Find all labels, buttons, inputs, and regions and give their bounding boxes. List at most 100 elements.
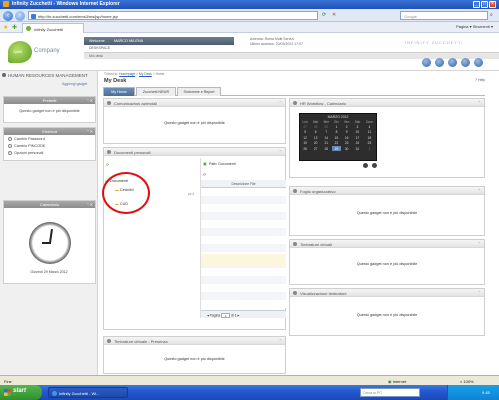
doc-list-rows: [201, 188, 286, 308]
preferiti-message: Questo gadget non è più disponibile: [19, 109, 80, 113]
calendar: MARZO 2012 Lun Mar Mer Gio Ven Sab Dom 2…: [299, 113, 377, 161]
back-icon[interactable]: ‹: [3, 11, 13, 21]
maximize-icon[interactable]: □: [481, 1, 488, 8]
shortcut-item-password[interactable]: Cambio Password: [4, 135, 95, 142]
tab-my-home[interactable]: My Home: [103, 87, 135, 96]
doc-path: Path: Documenti: [209, 162, 236, 166]
gadget-controls-icon[interactable]: ⌃: [279, 338, 282, 343]
shortcut-item-options[interactable]: Opzioni personali: [4, 149, 95, 156]
gadget-comunicazioni: Comunicazioni aziendali ⌃ Questo gadget n…: [103, 98, 286, 144]
browser-tab[interactable]: Infinity Zucchetti: [22, 23, 84, 33]
info-icon[interactable]: [448, 58, 457, 67]
help-circle-icon[interactable]: [461, 58, 470, 67]
gadget-controls-icon[interactable]: ⌃: [478, 241, 481, 246]
gadget-message: Questo gadget non è più disponibile: [164, 357, 225, 361]
forward-icon[interactable]: ›: [15, 11, 25, 21]
gadget-controls-icon[interactable]: ⌃: [279, 149, 282, 154]
pager: ◂ Pagina 1 di 1 ▸: [201, 310, 286, 318]
shortcut-header: Shortcut ⌃✕: [4, 128, 95, 135]
shortcut-list: Cambio Password Cambio PINCODE Opzioni p…: [4, 135, 95, 156]
column-header-descrizione[interactable]: Descrizione File: [201, 180, 286, 188]
preferiti-title: Preferiti: [42, 98, 57, 103]
refresh-tree-icon[interactable]: ⟳: [106, 162, 109, 167]
pager-prev-icon[interactable]: ◂: [207, 313, 209, 317]
desk-label-text: DESKSPACE: [89, 46, 111, 50]
start-button[interactable]: start: [0, 385, 42, 400]
logout-icon[interactable]: [474, 58, 483, 67]
shortcut-label: Cambio PINCODE: [14, 144, 46, 148]
gadget-icon: [107, 101, 111, 105]
calendar-day[interactable]: 28: [321, 146, 332, 151]
tab-report[interactable]: Sintomme e Report: [177, 87, 221, 96]
gadget-controls-icon[interactable]: ⌃: [279, 100, 282, 105]
calendar-day[interactable]: 31: [352, 146, 363, 151]
search-input[interactable]: Google: [400, 11, 488, 20]
shortcut-item-pincode[interactable]: Cambio PINCODE: [4, 142, 95, 149]
pager-total: 1: [234, 313, 237, 318]
pager-page-input[interactable]: 1: [221, 313, 231, 318]
address-input[interactable]: http://hr.zucchetti.com/ems3/ms/jsp/home…: [28, 11, 318, 20]
status-text: Fine: [4, 379, 12, 384]
clock-time[interactable]: 9.45: [482, 390, 490, 395]
gadget-title: Documenti personali: [114, 150, 151, 155]
close-icon[interactable]: ×: [489, 1, 496, 8]
calendar-day[interactable]: 26: [300, 146, 310, 151]
app-header: Spirit Company Welcome MARCO MILENA DESK…: [0, 33, 499, 71]
refresh-list-icon[interactable]: ⟳: [203, 172, 206, 177]
search-icon[interactable]: ⌕: [490, 12, 493, 18]
page-title: My Desk: [104, 78, 127, 84]
pager-label: Pagina: [209, 313, 221, 318]
company-info: Azienda: Roma Multi Servizi Ultimo acces…: [250, 37, 340, 47]
favorites-star-icon[interactable]: ★: [3, 24, 8, 31]
desk-sub: Mio desk: [89, 54, 104, 58]
tab-favicon: [26, 26, 31, 31]
folder-up-icon[interactable]: ▣: [203, 161, 207, 166]
tab-label: Zucchetti NEWS: [142, 90, 170, 94]
gadget-title: HR Workflow - Calendario: [300, 101, 347, 106]
gadget-timbrature: Timbrature virtuali ⌃ Questo gadget non è…: [289, 239, 485, 285]
clock-title: Calendario: [39, 202, 60, 207]
pager-next-icon[interactable]: ▸: [238, 313, 240, 317]
panel-controls-icon[interactable]: ⌃✕: [86, 202, 93, 207]
calendar-day[interactable]: 27: [310, 146, 321, 151]
panel-controls-icon[interactable]: ⌃✕: [86, 129, 93, 134]
gear-icon: [8, 137, 12, 141]
breadcrumb: Ti trovi in: Homepage > My Desk > Home: [104, 72, 165, 76]
gadget-controls-icon[interactable]: ⌃: [478, 100, 481, 105]
settings-icon[interactable]: [435, 58, 444, 67]
taskbar-item-ie[interactable]: Infinity Zucchetti - Wi...: [48, 387, 128, 398]
tab-zucchetti-news[interactable]: Zucchetti NEWS: [136, 87, 176, 96]
address-toolbar: ‹ › http://hr.zucchetti.com/ems3/ms/jsp/…: [0, 9, 499, 22]
help-link[interactable]: ? Help: [475, 78, 485, 82]
minimize-icon[interactable]: _: [473, 1, 480, 8]
breadcrumb-mydesk[interactable]: My Desk: [139, 72, 152, 76]
last-access: Ultimo accesso: 20/03/2012 17:07: [250, 42, 303, 46]
logo-leaf: Spirit: [8, 41, 32, 63]
add-gadget-link[interactable]: Aggiungi gadget: [62, 82, 87, 86]
tab-label: My Home: [111, 90, 127, 94]
calendar-prev-icon[interactable]: [363, 163, 368, 168]
gadget-controls-icon[interactable]: ⌃: [478, 290, 481, 295]
calendar-day[interactable]: 1: [363, 146, 376, 151]
doc-list-highlight-row: [201, 254, 286, 265]
panel-controls-icon[interactable]: ⌃✕: [86, 98, 93, 103]
breadcrumb-homepage[interactable]: Homepage: [119, 72, 135, 76]
zoom-indicator[interactable]: ⌕ 100%: [460, 379, 474, 384]
home-icon[interactable]: [422, 58, 431, 67]
stop-icon[interactable]: ✕: [332, 12, 336, 18]
add-favorite-icon[interactable]: ✚: [12, 24, 17, 31]
sidebar-title: HUMAN RESOURCES MANAGEMENT: [2, 73, 88, 78]
zone-indicator: ◉ Internet: [388, 379, 406, 384]
refresh-icon[interactable]: ⟳: [322, 12, 326, 18]
breadcrumb-prefix: Ti trovi in:: [104, 72, 119, 76]
gadget-controls-icon[interactable]: ⌃: [478, 188, 481, 193]
page-icon: [31, 14, 36, 19]
calendar-next-icon[interactable]: [372, 163, 377, 168]
company-logo: Spirit Company: [8, 39, 68, 65]
desktop-search-input[interactable]: Cerca in PC: [360, 388, 420, 397]
calendar-day[interactable]: 30: [341, 146, 352, 151]
address-text: http://hr.zucchetti.com/ems3/ms/jsp/home…: [38, 14, 118, 19]
browser-statusbar: Fine ◉ Internet ⌕ 100%: [0, 375, 499, 385]
command-bar[interactable]: Pagina ▾ Strumenti ▾: [456, 24, 493, 29]
calendar-day-today[interactable]: 29: [331, 145, 342, 152]
